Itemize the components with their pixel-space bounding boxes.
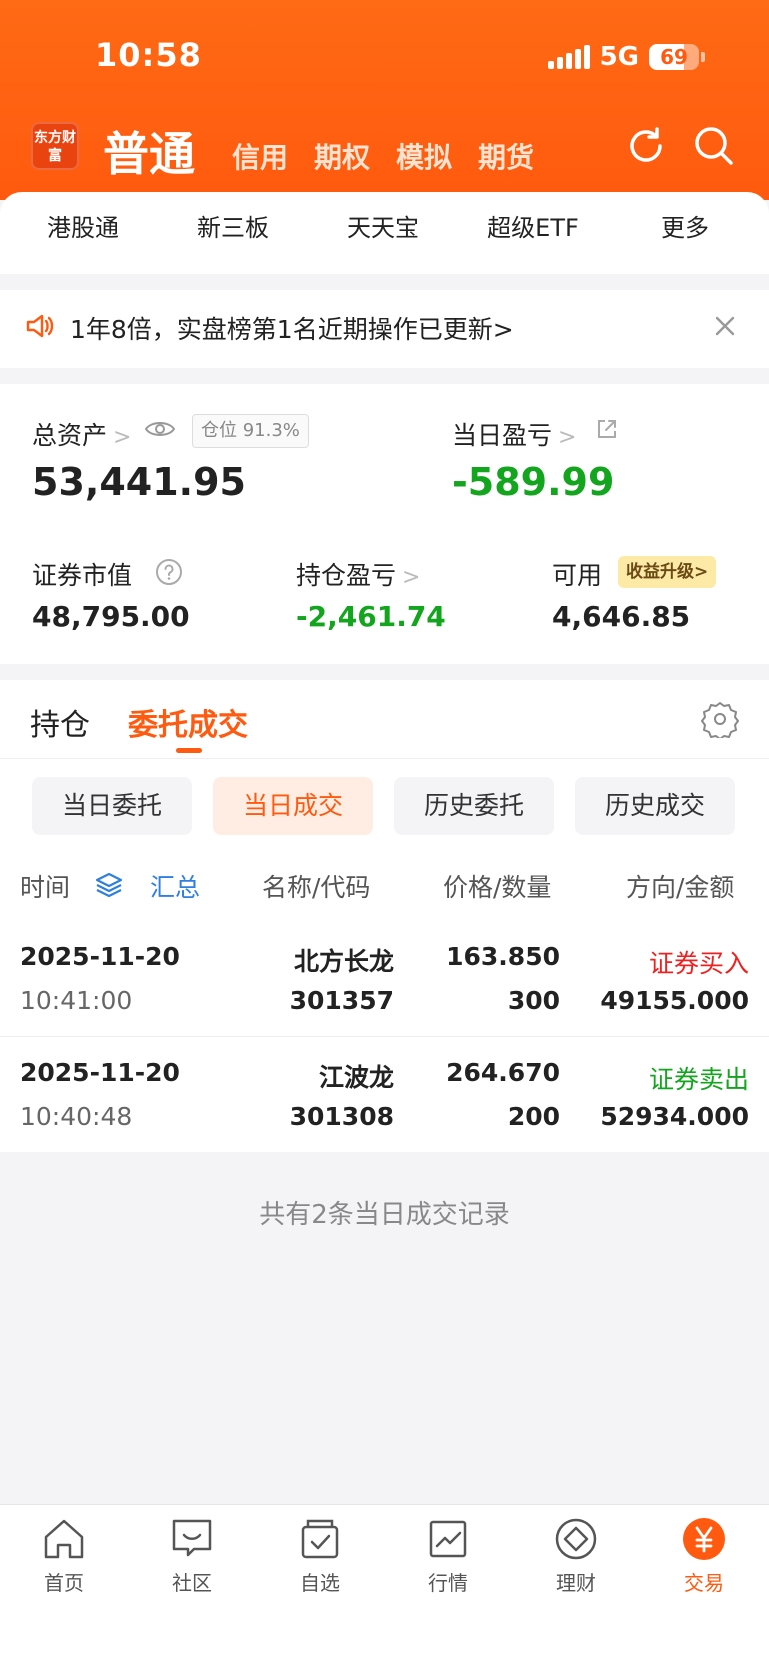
daily-pnl-value: -589.99: [452, 460, 615, 504]
quick-link-super-etf[interactable]: 超级ETF: [458, 208, 608, 243]
tab-community[interactable]: 社区: [128, 1515, 256, 1596]
notice-text[interactable]: 1年8倍，实盘榜第1名近期操作已更新>: [70, 310, 514, 346]
search-icon[interactable]: [692, 124, 736, 168]
trade-quantity: 200: [507, 1102, 560, 1131]
trade-time: 10:41:00: [20, 986, 133, 1015]
battery-level: 69: [660, 45, 688, 69]
account-type-normal[interactable]: 普通: [103, 118, 195, 184]
signal-icon: [547, 45, 590, 69]
trade-price: 264.670: [446, 1058, 560, 1087]
segment-today-orders[interactable]: 当日委托: [32, 777, 192, 835]
close-icon[interactable]: [711, 312, 739, 340]
trade-direction: 证券卖出: [648, 1065, 749, 1094]
quick-link-tiantianbao[interactable]: 天天宝: [308, 208, 458, 243]
orders-panel: 持仓 委托成交 当日委托 当日成交 历史委托 历史成交 时间 汇总 名称/代码 …: [0, 680, 769, 1152]
eye-icon[interactable]: [144, 418, 176, 440]
daily-pnl-label[interactable]: 当日盈亏 >: [452, 416, 576, 452]
trade-amount: 49155.000: [600, 986, 749, 1015]
holding-pnl-value: -2,461.74: [296, 600, 446, 633]
gear-icon[interactable]: [701, 700, 739, 738]
tab-watchlist[interactable]: 自选: [256, 1515, 384, 1596]
chart-icon: [429, 1520, 467, 1558]
tab-trade[interactable]: 交易: [640, 1515, 768, 1596]
quick-link-more[interactable]: 更多: [610, 208, 760, 243]
trade-price: 163.850: [446, 942, 560, 971]
bottom-tab-bar: 首页 社区 自选 行情 理财 交易: [0, 1504, 769, 1665]
help-icon[interactable]: [155, 558, 183, 586]
trade-quantity: 300: [507, 986, 560, 1015]
upgrade-badge[interactable]: 收益升级>: [618, 556, 717, 588]
battery-icon: 69: [649, 44, 699, 70]
header-price-qty: 价格/数量: [443, 873, 552, 902]
available-label: 可用: [552, 561, 603, 590]
tab-holdings[interactable]: 持仓: [30, 700, 90, 744]
position-ratio-badge: 仓位 91.3%: [192, 414, 309, 448]
segment-history-trades[interactable]: 历史成交: [575, 777, 735, 835]
tab-market[interactable]: 行情: [384, 1515, 512, 1596]
notice-banner[interactable]: 1年8倍，实盘榜第1名近期操作已更新>: [0, 290, 769, 368]
records-count: 共有2条当日成交记录: [259, 1200, 510, 1230]
tab-orders-trades[interactable]: 委托成交: [128, 700, 248, 744]
available-value: 4,646.85: [552, 600, 691, 633]
chat-icon: [172, 1519, 212, 1557]
tab-credit[interactable]: 信用: [232, 136, 288, 176]
refresh-icon[interactable]: [624, 124, 668, 168]
account-tabs: 信用 期权 模拟 期货: [232, 136, 534, 176]
market-value: 48,795.00: [32, 600, 190, 633]
header-direction-amount: 方向/金额: [626, 873, 735, 902]
tab-wealth[interactable]: 理财: [512, 1515, 640, 1596]
watchlist-icon: [301, 1519, 339, 1559]
tab-simulated[interactable]: 模拟: [396, 136, 452, 176]
home-icon: [44, 1519, 84, 1559]
header-time: 时间: [20, 873, 71, 902]
stock-code: 301308: [289, 1102, 394, 1131]
share-icon[interactable]: [594, 416, 620, 442]
yuan-icon: [683, 1518, 725, 1560]
market-value-label: 证券市值: [32, 561, 133, 590]
tab-home[interactable]: 首页: [0, 1515, 128, 1596]
layers-icon[interactable]: [94, 870, 124, 900]
summary-toggle[interactable]: 汇总: [150, 868, 200, 904]
assets-summary: 总资产 > 仓位 91.3% 53,441.95 当日盈亏 > -589.99 证券…: [0, 384, 769, 664]
active-tab-indicator: [176, 748, 202, 753]
trade-date: 2025-11-20: [20, 942, 180, 971]
tab-options[interactable]: 期权: [314, 136, 370, 176]
quick-links-bar: 港股通 新三板 天天宝 超级ETF 更多: [0, 192, 769, 274]
quick-link-neeq[interactable]: 新三板: [158, 208, 308, 243]
trade-direction: 证券买入: [648, 949, 749, 978]
holding-pnl-label[interactable]: 持仓盈亏 >: [296, 556, 420, 592]
stock-code: 301357: [289, 986, 394, 1015]
total-assets-label[interactable]: 总资产 >: [32, 416, 131, 452]
speaker-icon: [26, 314, 54, 338]
header-name-code: 名称/代码: [262, 873, 371, 902]
stock-name: 江波龙: [318, 1063, 394, 1092]
segment-history-orders[interactable]: 历史委托: [394, 777, 554, 835]
status-time: 10:58: [95, 36, 202, 74]
total-assets-value: 53,441.95: [32, 460, 246, 504]
app-header: 10:58 5G 69 东方财富 普通 信用 期权 模拟 期货: [0, 0, 769, 200]
tab-futures[interactable]: 期货: [478, 136, 534, 176]
segment-today-trades[interactable]: 当日成交: [213, 777, 373, 835]
trade-amount: 52934.000: [600, 1102, 749, 1131]
diamond-icon: [555, 1518, 597, 1560]
app-logo: 东方财富: [31, 122, 79, 170]
quick-link-hk-connect[interactable]: 港股通: [8, 208, 158, 243]
trade-time: 10:40:48: [20, 1102, 133, 1131]
status-indicators: 5G 69: [547, 42, 705, 72]
trade-date: 2025-11-20: [20, 1058, 180, 1087]
stock-name: 北方长龙: [293, 947, 394, 976]
network-type: 5G: [599, 42, 639, 72]
